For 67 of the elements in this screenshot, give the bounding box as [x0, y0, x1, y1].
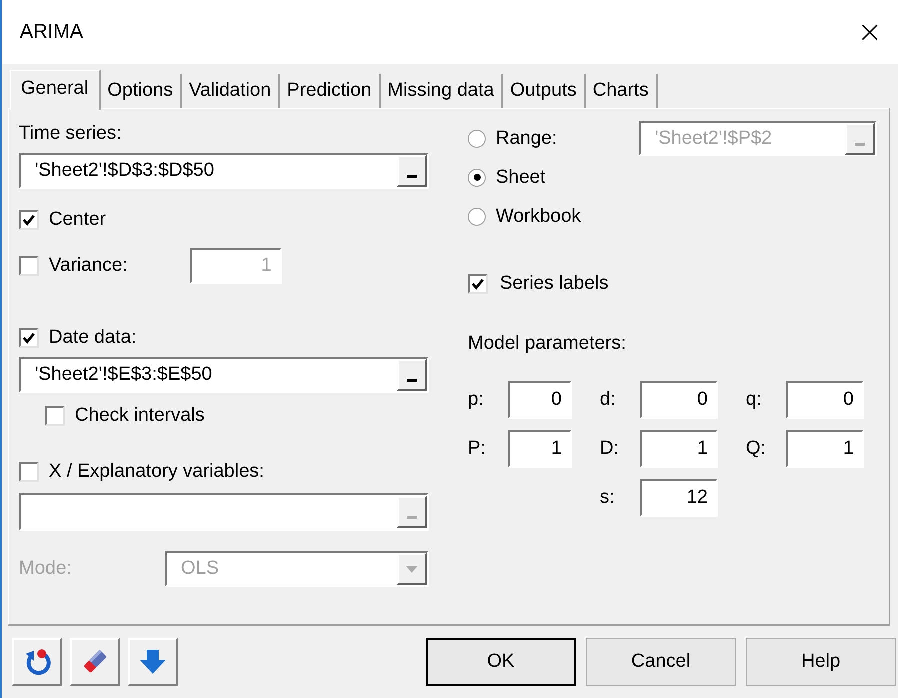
- close-button[interactable]: ×: [842, 7, 898, 57]
- field-label: q:: [746, 389, 763, 411]
- checkbox-label: Date data:: [49, 327, 137, 349]
- dash-icon: [407, 516, 417, 519]
- field-value: 1: [550, 438, 563, 460]
- radio-label: Range:: [496, 128, 558, 150]
- browse-button[interactable]: [397, 155, 427, 187]
- field-value: 0: [696, 389, 709, 411]
- checkbox-label: X / Explanatory variables:: [49, 461, 264, 483]
- dialog-button[interactable]: Cancel: [586, 638, 736, 686]
- field-label: P:: [468, 438, 487, 460]
- field-label: D:: [600, 438, 620, 460]
- field-label: Mode:: [19, 558, 73, 580]
- dialog-button[interactable]: Help: [746, 638, 896, 686]
- radio-label: Sheet: [496, 166, 546, 188]
- checkbox[interactable]: [468, 274, 488, 294]
- check-icon: [22, 213, 36, 227]
- checkbox[interactable]: [19, 328, 39, 348]
- dash-icon: [855, 142, 865, 146]
- radio-button[interactable]: [468, 168, 486, 186]
- field-label: d:: [600, 389, 617, 411]
- field-label: s:: [600, 487, 616, 509]
- checkbox[interactable]: [45, 406, 65, 426]
- input-field[interactable]: 0: [640, 381, 718, 419]
- down-arrow-icon: [139, 648, 167, 676]
- field-value: 0: [842, 389, 855, 411]
- field-label: p:: [468, 389, 485, 411]
- checkbox-label: Center: [49, 209, 106, 231]
- input-field[interactable]: 0: [786, 381, 864, 419]
- field-value: 12: [686, 487, 709, 509]
- input-field[interactable]: 'Sheet2'!$E$3:$E$50: [19, 357, 429, 393]
- field-label: Q:: [746, 438, 768, 460]
- field-value: 1: [842, 438, 855, 460]
- checkbox-label: Variance:: [49, 255, 128, 277]
- input-field[interactable]: 1: [786, 430, 864, 468]
- checkbox-label: Check intervals: [75, 405, 205, 427]
- input-field[interactable]: 0: [508, 381, 572, 419]
- tool-button[interactable]: [70, 638, 120, 686]
- check-icon: [22, 331, 36, 345]
- radio-button[interactable]: [468, 130, 486, 148]
- tool-button[interactable]: [12, 638, 62, 686]
- field-value: 1: [696, 438, 709, 460]
- section-label: Model parameters:: [468, 333, 628, 355]
- checkbox[interactable]: [19, 210, 39, 230]
- dash-icon: [407, 175, 417, 178]
- field-value: 'Sheet2'!$E$3:$E$50: [34, 364, 214, 386]
- browse-button[interactable]: [397, 359, 427, 391]
- dialog-button[interactable]: OK: [426, 638, 576, 686]
- tool-button[interactable]: [128, 638, 178, 686]
- tab[interactable]: General: [10, 70, 101, 110]
- dropdown-arrow-icon: [406, 566, 418, 572]
- radio-button[interactable]: [468, 208, 486, 226]
- field-value: 0: [550, 389, 563, 411]
- field-value: 'Sheet2'!$D$3:$D$50: [34, 160, 216, 182]
- field-value: 1: [260, 255, 273, 277]
- input-field[interactable]: 1: [640, 430, 718, 468]
- input-field[interactable]: 'Sheet2'!$D$3:$D$50: [19, 153, 429, 189]
- input-field[interactable]: 12: [640, 479, 718, 517]
- window-title: ARIMA: [20, 20, 84, 44]
- field-value: OLS: [180, 558, 220, 580]
- dash-icon: [407, 379, 417, 382]
- radio-label: Workbook: [496, 206, 582, 228]
- checkbox-label: Series labels: [500, 273, 609, 295]
- input-field[interactable]: 1: [508, 430, 572, 468]
- check-icon: [471, 277, 485, 291]
- field-label: Time series:: [19, 123, 123, 145]
- field-value: 'Sheet2'!$P$2: [654, 128, 774, 150]
